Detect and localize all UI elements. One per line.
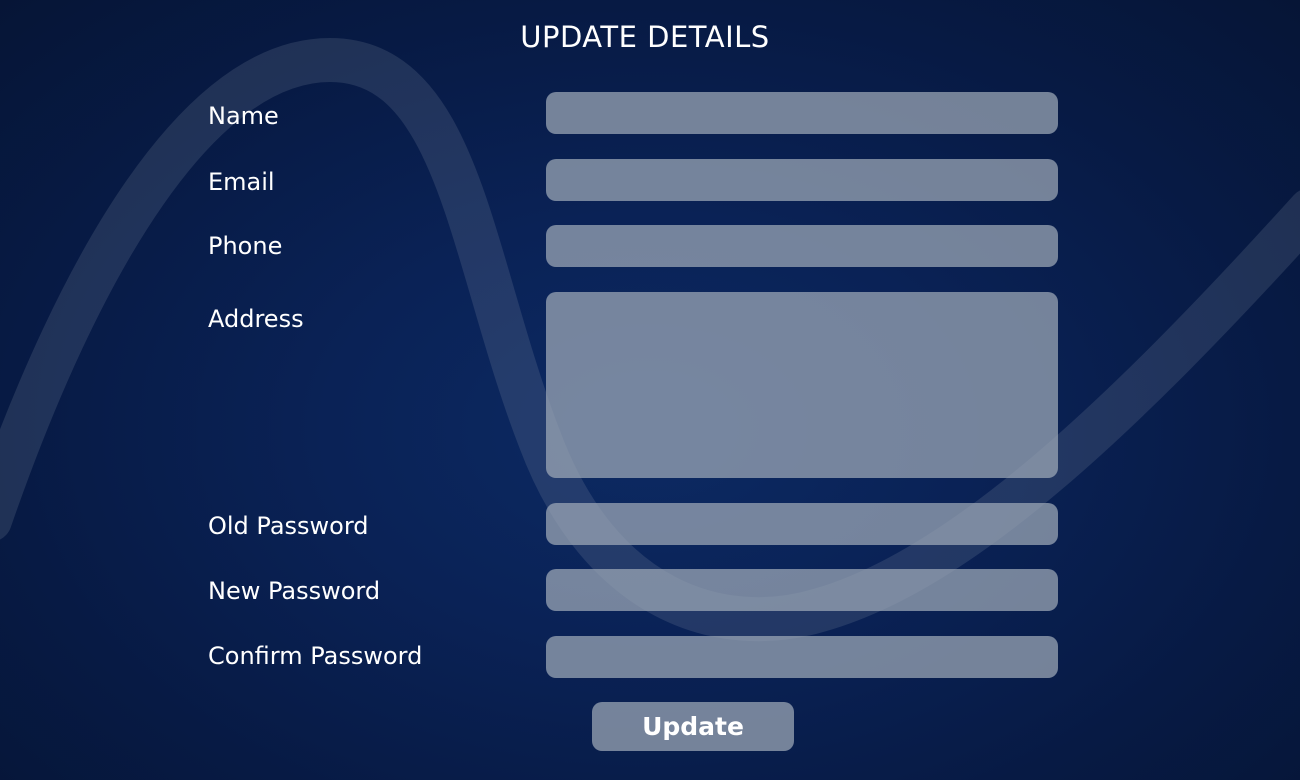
name-field[interactable] [546, 92, 1058, 134]
phone-field[interactable] [546, 225, 1058, 267]
new-password-label: New Password [208, 577, 381, 605]
name-label: Name [208, 102, 279, 130]
email-label: Email [208, 168, 275, 196]
old-password-field[interactable] [546, 503, 1058, 545]
page-title: UPDATE DETAILS [520, 20, 770, 54]
address-label: Address [208, 305, 304, 333]
new-password-field[interactable] [546, 569, 1058, 611]
address-field[interactable] [546, 292, 1058, 478]
phone-label: Phone [208, 232, 283, 260]
update-button[interactable]: Update [592, 702, 794, 751]
confirm-password-field[interactable] [546, 636, 1058, 678]
old-password-label: Old Password [208, 512, 369, 540]
confirm-password-label: Confirm Password [208, 642, 423, 670]
email-field[interactable] [546, 159, 1058, 201]
